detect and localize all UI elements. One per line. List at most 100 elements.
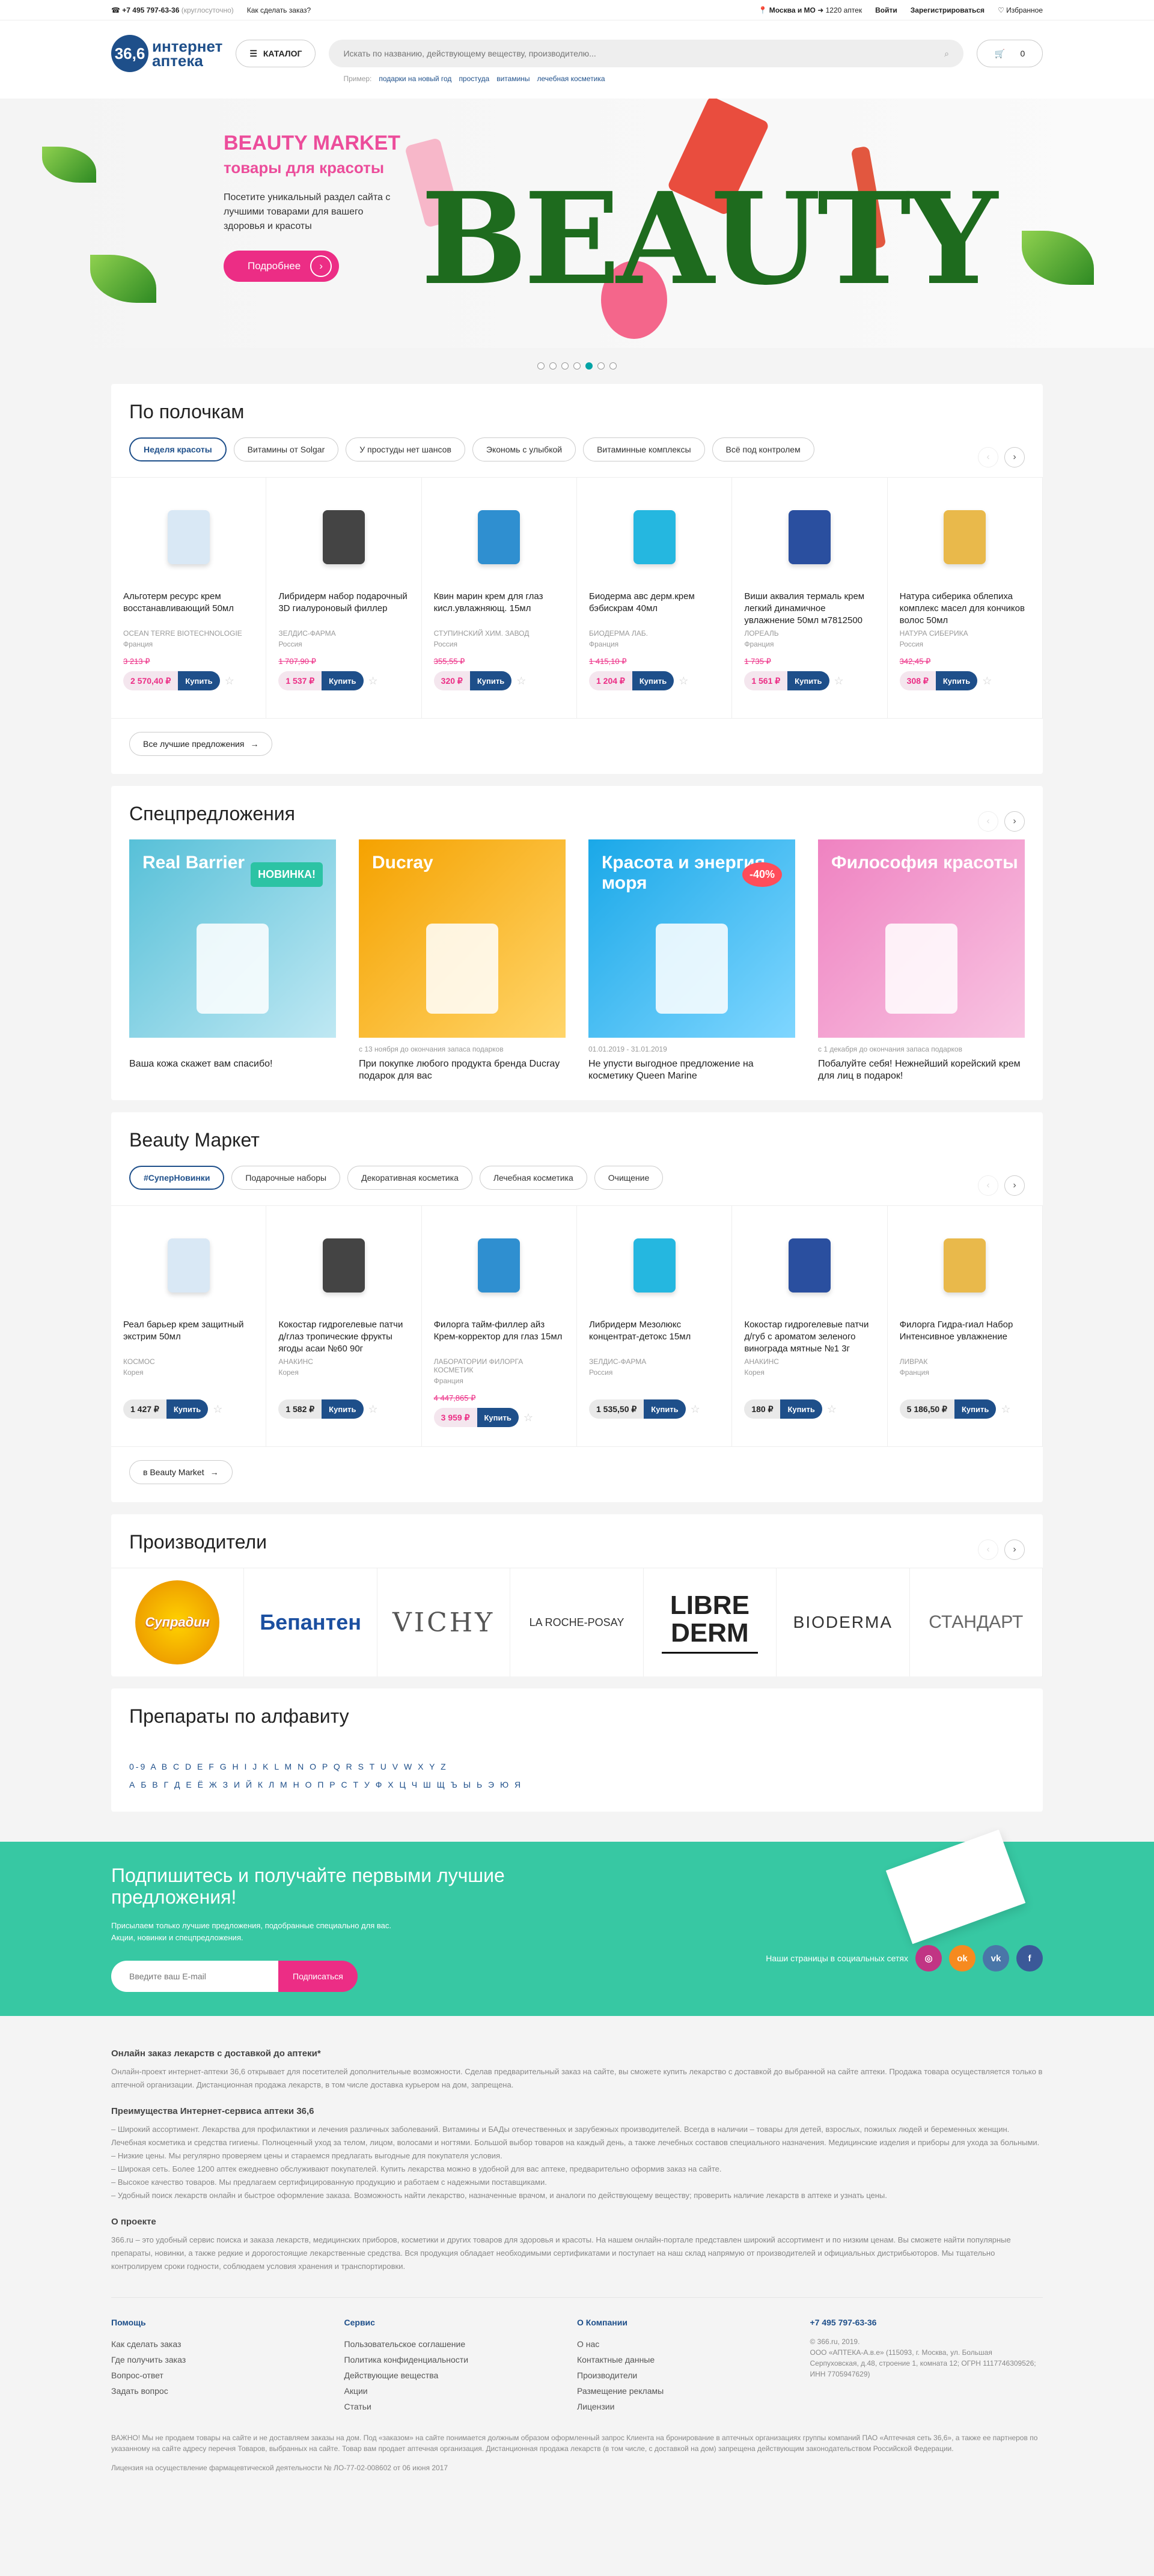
tab[interactable]: Лечебная косметика — [479, 1166, 587, 1190]
slider-dot[interactable] — [561, 362, 569, 370]
tab[interactable]: У простуды нет шансов — [346, 437, 465, 461]
login-link[interactable]: Войти — [875, 6, 897, 14]
hero-banner[interactable]: BEAUTY BEAUTY MARKET товары для красоты … — [0, 99, 1154, 348]
product-image[interactable] — [123, 1220, 254, 1311]
favorites-link[interactable]: ♡ Избранное — [998, 6, 1043, 14]
footer-link[interactable]: Размещение рекламы — [577, 2383, 810, 2399]
product-image[interactable] — [278, 1220, 409, 1311]
product-card[interactable]: Биодерма авс дерм.крем бэбискрам 40мл БИО… — [577, 478, 733, 718]
product-name[interactable]: Виши аквалия термаль крем легкий динамич… — [744, 591, 875, 627]
footer-link[interactable]: Контактные данные — [577, 2352, 810, 2367]
product-image[interactable] — [123, 492, 254, 582]
product-card[interactable]: Филорга тайм-филлер айз Крем-корректор д… — [422, 1206, 577, 1446]
buy-button[interactable]: Купить — [469, 671, 512, 690]
hint-link[interactable]: витамины — [496, 75, 530, 83]
star-icon[interactable]: ☆ — [982, 675, 992, 687]
hint-link[interactable]: простуда — [459, 75, 489, 83]
tab[interactable]: Подарочные наборы — [231, 1166, 341, 1190]
buy-button[interactable]: Купить — [632, 671, 674, 690]
prev-arrow-icon[interactable]: ‹ — [978, 447, 998, 467]
product-card[interactable]: Филорга Гидра-гиал Набор Интенсивное увл… — [888, 1206, 1043, 1446]
buy-button[interactable]: Купить — [477, 1408, 519, 1427]
buy-button[interactable]: Купить — [787, 671, 829, 690]
star-icon[interactable]: ☆ — [225, 675, 234, 687]
product-image[interactable] — [744, 1220, 875, 1311]
product-name[interactable]: Натура сиберика облепиха комплекс масел … — [900, 591, 1030, 627]
tab[interactable]: Неделя красоты — [129, 437, 227, 461]
product-name[interactable]: Кокостар гидрогелевые патчи д/губ с аром… — [744, 1319, 875, 1355]
offer-image[interactable]: Ducray — [359, 839, 566, 1038]
buy-button[interactable]: Купить — [644, 1399, 686, 1419]
offer-caption[interactable]: Не упусти выгодное предложение на космет… — [588, 1058, 795, 1082]
how-to-order-link[interactable]: Как сделать заказ? — [247, 6, 311, 14]
slider-dot[interactable] — [549, 362, 557, 370]
footer-link[interactable]: Статьи — [344, 2399, 578, 2414]
product-card[interactable]: Либридерм набор подарочный 3D гиалуронов… — [266, 478, 422, 718]
product-card[interactable]: Кокостар гидрогелевые патчи д/глаз тропи… — [266, 1206, 422, 1446]
footer-link[interactable]: Пользовательское соглашение — [344, 2336, 578, 2352]
offer-card[interactable]: Ducray с 13 ноября до окончания запаса по… — [359, 839, 566, 1082]
product-card[interactable]: Альготерм ресурс крем восстанавливающий … — [111, 478, 267, 718]
tab[interactable]: Витаминные комплексы — [583, 437, 705, 461]
slider-dot[interactable] — [573, 362, 581, 370]
footer-link[interactable]: Где получить заказ — [111, 2352, 344, 2367]
product-image[interactable] — [900, 1220, 1030, 1311]
footer-link[interactable]: Вопрос-ответ — [111, 2367, 344, 2383]
phone[interactable]: ☎ +7 495 797-63-36 (круглосуточно) — [111, 6, 234, 14]
star-icon[interactable]: ☆ — [213, 1403, 222, 1416]
star-icon[interactable]: ☆ — [691, 1403, 700, 1416]
product-image[interactable] — [589, 492, 719, 582]
tab[interactable]: Экономь с улыбкой — [472, 437, 576, 461]
product-name[interactable]: Биодерма авс дерм.крем бэбискрам 40мл — [589, 591, 719, 627]
brand-logo-librederm[interactable]: LIBRE DERM — [644, 1568, 777, 1676]
product-image[interactable] — [434, 1220, 564, 1311]
product-name[interactable]: Филорга Гидра-гиал Набор Интенсивное увл… — [900, 1319, 1030, 1355]
offer-caption[interactable]: Ваша кожа скажет вам спасибо! — [129, 1058, 336, 1070]
buy-button[interactable]: Купить — [780, 1399, 822, 1419]
next-arrow-icon[interactable]: › — [1004, 1539, 1025, 1560]
slider-dot[interactable] — [537, 362, 545, 370]
alphabet-cyrillic[interactable]: А Б В Г Д Е Ё Ж З И Й К Л М Н О П Р С Т … — [129, 1776, 1025, 1794]
brand-logo-laroche[interactable]: LA ROCHE-POSAY — [510, 1568, 644, 1676]
search-input[interactable] — [343, 49, 945, 58]
brand-logo-supradin[interactable]: Супрадин — [111, 1568, 245, 1676]
alphabet-latin[interactable]: 0-9 A B C D E F G H I J K L M N O P Q R … — [129, 1758, 1025, 1776]
star-icon[interactable]: ☆ — [524, 1411, 533, 1424]
footer-link[interactable]: Как сделать заказ — [111, 2336, 344, 2352]
footer-link[interactable]: Действующие вещества — [344, 2367, 578, 2383]
star-icon[interactable]: ☆ — [827, 1403, 837, 1416]
slider-dot-active[interactable] — [585, 362, 593, 370]
star-icon[interactable]: ☆ — [368, 675, 378, 687]
search-icon[interactable]: ⌕ — [944, 49, 949, 59]
product-name[interactable]: Реал барьер крем защитный экстрим 50мл — [123, 1319, 254, 1355]
next-arrow-icon[interactable]: › — [1004, 1175, 1025, 1196]
product-name[interactable]: Альготерм ресурс крем восстанавливающий … — [123, 591, 254, 627]
tab[interactable]: #СуперНовинки — [129, 1166, 225, 1190]
offer-caption[interactable]: При покупке любого продукта бренда Ducra… — [359, 1058, 566, 1082]
catalog-button[interactable]: ☰ КАТАЛОГ — [236, 40, 316, 67]
product-image[interactable] — [434, 492, 564, 582]
offer-image[interactable]: Real Barrier НОВИНКА! — [129, 839, 336, 1038]
footer-link[interactable]: Акции — [344, 2383, 578, 2399]
buy-button[interactable]: Купить — [178, 671, 220, 690]
star-icon[interactable]: ☆ — [1001, 1403, 1010, 1416]
brand-logo-vichy[interactable]: VICHY — [377, 1568, 511, 1676]
tab[interactable]: Декоративная косметика — [347, 1166, 472, 1190]
offer-card[interactable]: Real Barrier НОВИНКА! Ваша кожа скажет вам… — [129, 839, 336, 1082]
prev-arrow-icon[interactable]: ‹ — [978, 1175, 998, 1196]
product-card[interactable]: Квин марин крем для глаз кисл.увлажняющ.… — [422, 478, 577, 718]
product-card[interactable]: Натура сиберика облепиха комплекс масел … — [888, 478, 1043, 718]
product-image[interactable] — [744, 492, 875, 582]
beauty-market-button[interactable]: в Beauty Market → — [129, 1460, 233, 1484]
star-icon[interactable]: ☆ — [368, 1403, 378, 1416]
brand-logo-bepanthen[interactable]: Бепантен — [244, 1568, 377, 1676]
star-icon[interactable]: ☆ — [516, 675, 526, 687]
logo[interactable]: 36,6 интернет аптека — [111, 35, 222, 72]
brand-logo-standart[interactable]: СТАНДАРТ — [910, 1568, 1043, 1676]
product-name[interactable]: Филорга тайм-филлер айз Крем-корректор д… — [434, 1319, 564, 1355]
star-icon[interactable]: ☆ — [834, 675, 844, 687]
cart-button[interactable]: 🛒 0 — [977, 40, 1043, 67]
odnoklassniki-icon[interactable]: ok — [949, 1945, 975, 1972]
product-card[interactable]: Либридерм Мезолюкс концентрат-детокс 15м… — [577, 1206, 733, 1446]
slider-dot[interactable] — [597, 362, 605, 370]
